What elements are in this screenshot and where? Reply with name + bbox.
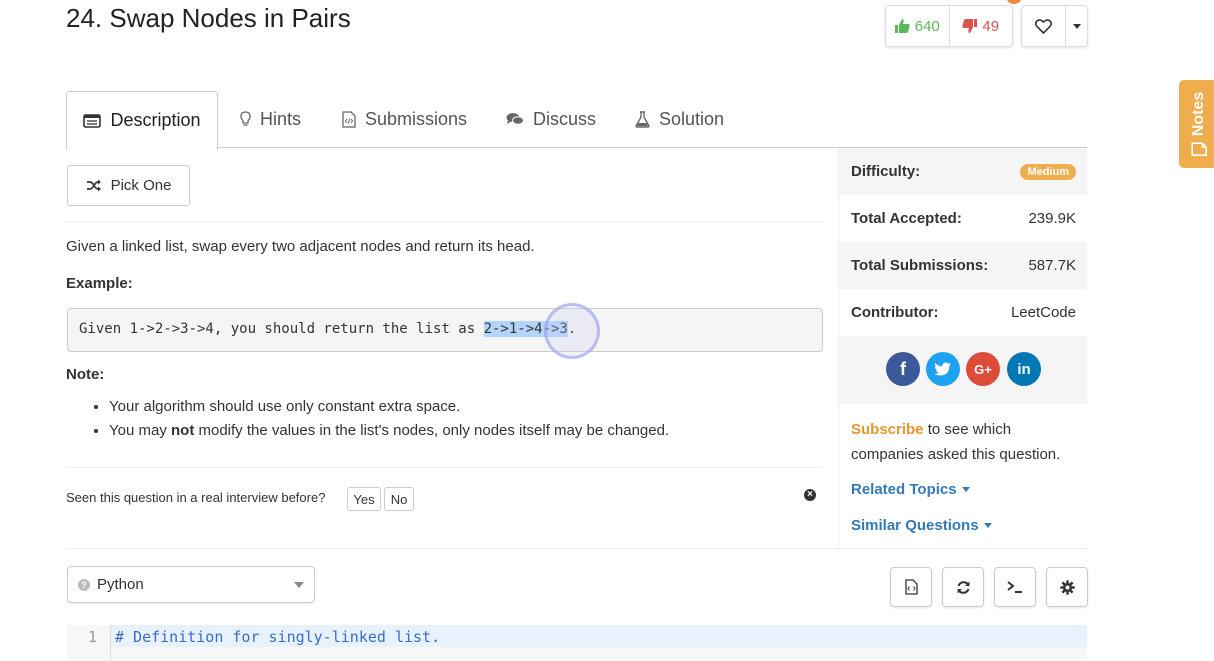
language-select[interactable]: ? Python	[67, 566, 315, 603]
tab-description[interactable]: Description	[66, 91, 218, 150]
note-list: Your algorithm should use only constant …	[66, 398, 669, 446]
close-icon[interactable]: ×	[804, 489, 816, 501]
difficulty-badge: Medium	[1020, 163, 1076, 180]
accepted-row: Total Accepted: 239.9K	[839, 195, 1087, 242]
code-file-icon	[342, 110, 356, 128]
submissions-value: 587.7K	[1028, 257, 1076, 274]
downvote-count: 49	[982, 17, 1000, 35]
tab-label: Description	[110, 110, 201, 130]
google-plus-icon[interactable]: G+	[966, 352, 1000, 386]
note-icon	[1191, 142, 1207, 157]
favorite-group	[1021, 5, 1088, 47]
vote-group: 640 49	[885, 5, 1013, 47]
contributor-value: LeetCode	[1010, 304, 1076, 321]
pick-one-button[interactable]: Pick One	[67, 165, 190, 206]
note-item: You may not modify the values in the lis…	[109, 422, 669, 439]
upvote-button[interactable]: 640	[886, 6, 949, 46]
language-value: Python	[97, 576, 144, 593]
notes-tab[interactable]: Notes	[1179, 80, 1214, 168]
click-indicator	[544, 303, 600, 359]
code-file-icon	[904, 579, 918, 595]
interview-question: Seen this question in a real interview b…	[66, 490, 326, 505]
reset-code-button[interactable]	[942, 567, 984, 607]
interview-no-button[interactable]: No	[384, 487, 414, 511]
twitter-bird-glyph	[934, 362, 951, 375]
tab-label: Solution	[659, 108, 725, 129]
tab-submissions[interactable]: Submissions	[342, 91, 467, 147]
divider	[66, 467, 822, 468]
description-icon	[83, 113, 102, 128]
notes-label: Notes	[1190, 91, 1208, 137]
favorite-button[interactable]	[1022, 6, 1066, 46]
divider	[66, 221, 822, 222]
similar-questions-label: Similar Questions	[851, 517, 979, 534]
subscribe-link[interactable]: Subscribe	[851, 421, 924, 438]
note-heading: Note:	[66, 366, 105, 383]
heart-icon	[1035, 18, 1052, 34]
gear-icon	[1059, 579, 1075, 595]
problem-intro: Given a linked list, swap every two adja…	[66, 238, 535, 255]
console-button[interactable]	[994, 567, 1036, 607]
note-text: You may	[109, 422, 171, 439]
tab-label: Discuss	[533, 108, 597, 129]
contributor-label: Contributor:	[851, 304, 939, 321]
note-emphasis: not	[171, 422, 195, 439]
code-line: # Definition for singly-linked list.	[115, 628, 441, 646]
submissions-row: Total Submissions: 587.7K	[839, 242, 1087, 289]
social-share-bar	[839, 336, 1087, 404]
problem-title: 24. Swap Nodes in Pairs	[66, 3, 351, 33]
pick-one-label: Pick One	[110, 177, 172, 194]
related-topics-label: Related Topics	[851, 481, 957, 498]
thumbs-down-icon	[962, 19, 978, 33]
difficulty-label: Difficulty:	[851, 163, 921, 180]
example-code-block: Given 1->2->3->4, you should return the …	[67, 308, 823, 352]
related-topics-toggle[interactable]: Related Topics	[851, 481, 970, 498]
example-code-text: Given 1->2->3->4, you should return the …	[79, 321, 484, 337]
favorite-dropdown-button[interactable]	[1066, 6, 1087, 46]
chevron-down-icon	[294, 581, 304, 588]
thumbs-up-icon	[894, 19, 910, 33]
facebook-icon[interactable]: f	[886, 352, 920, 386]
tab-label: Submissions	[365, 108, 468, 129]
upvote-count: 640	[914, 17, 940, 35]
example-code: Given 1->2->3->4, you should return the …	[79, 321, 576, 337]
accepted-value: 239.9K	[1028, 210, 1076, 227]
terminal-icon	[1007, 581, 1022, 593]
contributor-row: Contributor: LeetCode	[839, 289, 1087, 336]
tab-hints[interactable]: Hints	[240, 91, 301, 147]
chevron-down-icon	[961, 487, 970, 492]
linkedin-icon[interactable]: in	[1007, 352, 1041, 386]
tab-solution[interactable]: Solution	[635, 91, 724, 147]
tab-discuss[interactable]: Discuss	[506, 91, 596, 147]
example-heading: Example:	[66, 275, 133, 292]
refresh-icon	[957, 580, 969, 594]
code-file-button[interactable]	[890, 567, 932, 607]
lightbulb-icon	[240, 111, 251, 126]
interview-yes-button[interactable]: Yes	[347, 487, 381, 511]
notification-dot	[1007, 0, 1021, 4]
shuffle-icon	[86, 179, 101, 192]
help-icon: ?	[78, 578, 90, 591]
comments-icon	[506, 113, 524, 125]
line-number: 1	[87, 628, 97, 646]
subscribe-message: Subscribe to see which companies asked t…	[851, 417, 1081, 467]
similar-questions-toggle[interactable]: Similar Questions	[851, 517, 992, 534]
flask-icon	[635, 110, 650, 128]
tab-label: Hints	[260, 108, 302, 129]
divider	[66, 548, 1087, 549]
submissions-label: Total Submissions:	[851, 257, 989, 274]
downvote-button[interactable]: 49	[948, 6, 1013, 46]
accepted-label: Total Accepted:	[851, 210, 962, 227]
note-text: modify the values in the list's nodes, o…	[194, 422, 670, 439]
chevron-down-icon	[983, 523, 992, 528]
chevron-down-icon	[1072, 23, 1081, 29]
note-item: Your algorithm should use only constant …	[109, 398, 669, 415]
difficulty-row: Difficulty: Medium	[839, 148, 1087, 195]
twitter-icon[interactable]	[926, 352, 960, 386]
settings-button[interactable]	[1046, 567, 1088, 607]
